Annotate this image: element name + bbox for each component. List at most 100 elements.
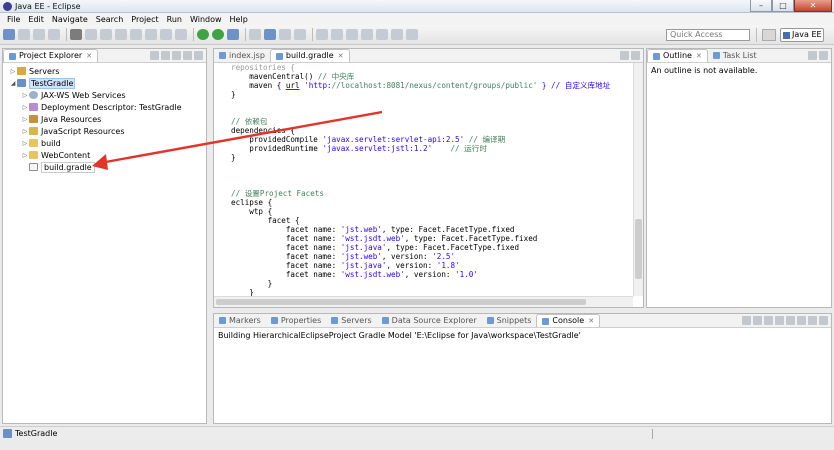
collapse-all-icon[interactable]: [150, 51, 159, 60]
close-icon[interactable]: ✕: [588, 315, 594, 327]
tab-project-explorer[interactable]: Project Explorer ✕: [3, 49, 99, 62]
minimize-button[interactable]: –: [750, 0, 772, 12]
expand-toggle-icon[interactable]: ▷: [21, 116, 29, 123]
tab-snippets[interactable]: Snippets: [482, 314, 537, 327]
menu-help[interactable]: Help: [226, 15, 252, 24]
menu-project[interactable]: Project: [127, 15, 162, 24]
step-into-icon[interactable]: [145, 29, 157, 40]
expand-toggle-icon[interactable]: ▷: [21, 104, 29, 111]
new-icon[interactable]: [3, 29, 15, 40]
tree-item[interactable]: ▷ WebContent: [3, 149, 206, 161]
close-icon[interactable]: ✕: [696, 50, 702, 62]
save-all-icon[interactable]: [33, 29, 45, 40]
open-console-icon[interactable]: [786, 316, 795, 325]
tab-console[interactable]: Console ✕: [536, 314, 601, 327]
suspend-icon[interactable]: [100, 29, 112, 40]
expand-toggle-icon[interactable]: ◢: [9, 80, 17, 87]
menu-search[interactable]: Search: [92, 15, 127, 24]
tree-item[interactable]: ▷ build: [3, 137, 206, 149]
menu-file[interactable]: File: [3, 15, 24, 24]
expand-toggle-icon[interactable]: ▷: [21, 152, 29, 159]
maximize-view-icon[interactable]: [194, 51, 203, 60]
step-return-icon[interactable]: [175, 29, 187, 40]
maximize-view-icon[interactable]: [819, 316, 828, 325]
disconnect-icon[interactable]: [130, 29, 142, 40]
tree-item[interactable]: ▷ Deployment Descriptor: TestGradle: [3, 101, 206, 113]
close-icon[interactable]: ✕: [86, 50, 92, 62]
debug-icon[interactable]: [197, 29, 209, 40]
back-icon[interactable]: [376, 29, 388, 40]
external-tools-icon[interactable]: [227, 29, 239, 40]
tab-data-source-explorer[interactable]: Data Source Explorer: [377, 314, 482, 327]
expand-toggle-icon[interactable]: ▷: [9, 68, 17, 75]
tab-outline[interactable]: Outline ✕: [647, 49, 708, 62]
tab-task-list[interactable]: Task List: [708, 49, 762, 62]
perspective-javaee-button[interactable]: Java EE: [780, 28, 824, 42]
scroll-thumb[interactable]: [635, 219, 642, 279]
pin-console-icon[interactable]: [742, 316, 751, 325]
resume-icon[interactable]: [85, 29, 97, 40]
step-over-icon[interactable]: [160, 29, 172, 40]
new-server-icon[interactable]: [249, 29, 261, 40]
tab-build-gradle[interactable]: build.gradle ✕: [269, 49, 350, 62]
code-editor[interactable]: repositories { mavenCentral() // 中央库 mav…: [214, 63, 633, 296]
minimize-view-icon[interactable]: [183, 51, 192, 60]
last-edit-icon[interactable]: [361, 29, 373, 40]
maximize-button[interactable]: □: [772, 0, 794, 12]
tree-item[interactable]: ▷ JAX-WS Web Services: [3, 89, 206, 101]
menu-run[interactable]: Run: [163, 15, 186, 24]
toggle-mark-icon[interactable]: [316, 29, 328, 40]
tab-index-jsp[interactable]: index.jsp: [214, 49, 270, 62]
view-menu-icon[interactable]: [172, 51, 181, 60]
quick-access-input[interactable]: Quick Access: [666, 29, 750, 41]
open-task-icon[interactable]: [279, 29, 291, 40]
code-line: facet name: 'jst.java', type: Facet.Face…: [231, 243, 520, 252]
expand-toggle-icon[interactable]: ▷: [21, 140, 29, 147]
skip-breakpoints-icon[interactable]: [70, 29, 82, 40]
editor-vertical-scrollbar[interactable]: [633, 63, 643, 296]
link-with-editor-icon[interactable]: [161, 51, 170, 60]
minimize-view-icon[interactable]: [808, 51, 817, 60]
scroll-thumb[interactable]: [216, 299, 586, 305]
tree-item[interactable]: ▷ Servers: [3, 65, 206, 77]
menu-window[interactable]: Window: [186, 15, 226, 24]
tab-icon: [653, 52, 660, 60]
minimize-view-icon[interactable]: [620, 51, 629, 60]
open-type-icon[interactable]: [264, 29, 276, 40]
expand-toggle-icon[interactable]: ▷: [21, 92, 29, 99]
minimize-view-icon[interactable]: [808, 316, 817, 325]
close-button[interactable]: ✕: [794, 0, 832, 12]
menu-edit[interactable]: Edit: [24, 15, 48, 24]
maximize-view-icon[interactable]: [631, 51, 640, 60]
run-icon[interactable]: [212, 29, 224, 40]
tree-item[interactable]: ◢ TestGradle: [3, 77, 206, 89]
menu-navigate[interactable]: Navigate: [48, 15, 92, 24]
tree-item[interactable]: ▷ JavaScript Resources: [3, 125, 206, 137]
tab-servers[interactable]: Servers: [326, 314, 376, 327]
code-line: facet name: 'wst.jsdt.web', type: Facet.…: [231, 234, 538, 243]
close-icon[interactable]: ✕: [338, 50, 344, 62]
search-icon[interactable]: [294, 29, 306, 40]
terminate-icon[interactable]: [115, 29, 127, 40]
print-icon[interactable]: [48, 29, 60, 40]
tree-item[interactable]: build.gradle: [3, 161, 206, 173]
display-console-icon[interactable]: [775, 316, 784, 325]
tree-item[interactable]: ▷ Java Resources: [3, 113, 206, 125]
editor-horizontal-scrollbar[interactable]: [214, 296, 633, 307]
tab-label: Data Source Explorer: [391, 315, 477, 325]
maximize-view-icon[interactable]: [819, 51, 828, 60]
expand-toggle-icon[interactable]: ▷: [21, 128, 29, 135]
scroll-lock-icon[interactable]: [753, 316, 762, 325]
view-menu-icon[interactable]: [797, 316, 806, 325]
tab-markers[interactable]: Markers: [214, 314, 266, 327]
pin-editor-icon[interactable]: [406, 29, 418, 40]
forward-icon[interactable]: [391, 29, 403, 40]
tab-properties[interactable]: Properties: [266, 314, 326, 327]
next-annotation-icon[interactable]: [331, 29, 343, 40]
previous-annotation-icon[interactable]: [346, 29, 358, 40]
code-line: mavenCentral() // 中央库: [231, 72, 355, 81]
open-perspective-icon[interactable]: [762, 29, 776, 41]
clear-console-icon[interactable]: [764, 316, 773, 325]
save-icon[interactable]: [18, 29, 30, 40]
